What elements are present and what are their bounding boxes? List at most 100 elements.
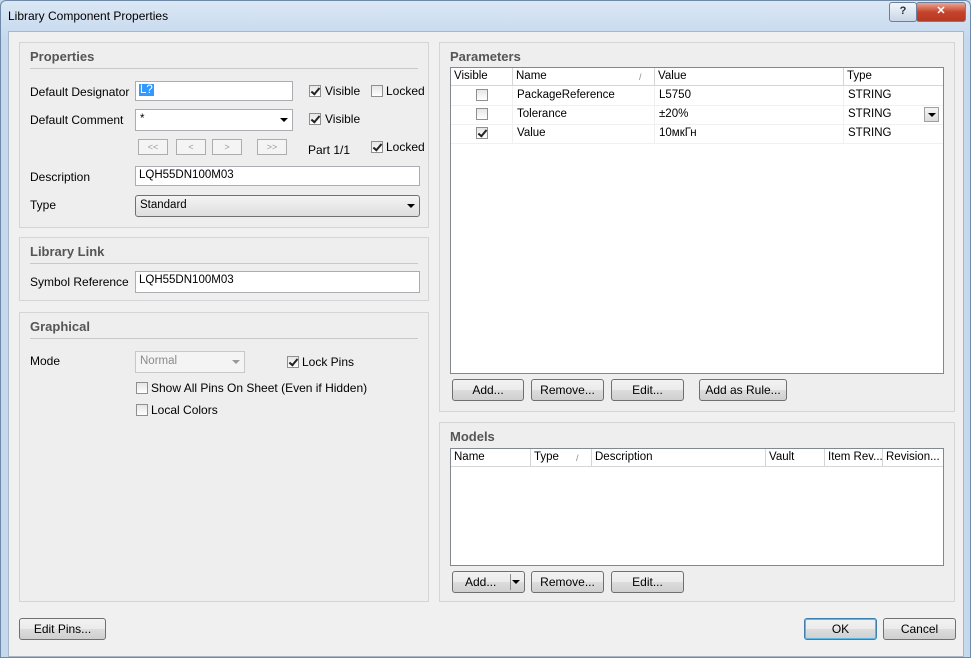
default-comment-combo[interactable]: *: [135, 109, 293, 131]
library-link-title: Library Link: [30, 244, 105, 259]
comment-visible-checkbox[interactable]: [309, 113, 321, 125]
type-cell: STRING: [848, 127, 892, 139]
local-colors-label: Local Colors: [151, 403, 218, 417]
local-colors-checkbox[interactable]: [136, 404, 148, 416]
edit-parameter-button[interactable]: Edit...: [611, 379, 684, 401]
param-visible-checkbox[interactable]: [476, 89, 488, 101]
part-locked-checkbox[interactable]: [371, 141, 383, 153]
designator-visible-label: Visible: [325, 84, 361, 98]
chevron-down-icon: [280, 118, 288, 122]
column-header-description[interactable]: Description: [592, 449, 766, 466]
mode-label: Mode: [30, 354, 61, 368]
last-part-button[interactable]: >>: [257, 139, 287, 155]
default-designator-label: Default Designator: [30, 85, 130, 99]
parameters-title: Parameters: [450, 49, 521, 64]
name-cell: PackageReference: [513, 86, 655, 105]
split-divider: [510, 574, 511, 590]
parameters-table-header: Visible Name / Value Type: [451, 68, 943, 86]
part-indicator: Part 1/1: [308, 143, 351, 157]
value-cell: 10мкГн: [655, 124, 844, 143]
param-visible-checkbox[interactable]: [476, 127, 488, 139]
remove-parameter-button[interactable]: Remove...: [531, 379, 604, 401]
mode-combo[interactable]: Normal: [135, 351, 245, 373]
value-cell: ±20%: [655, 105, 844, 124]
symbol-reference-input[interactable]: LQH55DN100M03: [135, 271, 420, 293]
edit-pins-button[interactable]: Edit Pins...: [19, 618, 106, 640]
graphical-title: Graphical: [30, 319, 90, 334]
column-header-type[interactable]: Type: [844, 68, 943, 85]
ok-button[interactable]: OK: [804, 618, 877, 640]
value-cell: L5750: [655, 86, 844, 105]
type-combo[interactable]: Standard: [135, 195, 420, 217]
designator-visible-checkbox[interactable]: [309, 85, 321, 97]
type-cell[interactable]: STRING: [844, 105, 943, 124]
default-designator-input[interactable]: L?: [135, 81, 293, 101]
window-title: Library Component Properties: [8, 9, 169, 23]
column-header-visible[interactable]: Visible: [451, 68, 513, 85]
chevron-down-icon: [232, 360, 240, 364]
add-parameter-button[interactable]: Add...: [452, 379, 524, 401]
table-row[interactable]: Value 10мкГн STRING: [451, 124, 943, 144]
previous-part-button[interactable]: <: [176, 139, 206, 155]
title-bar[interactable]: Library Component Properties ? ✕: [1, 1, 970, 31]
chevron-down-icon: [512, 580, 520, 584]
edit-model-button[interactable]: Edit...: [611, 571, 684, 593]
models-table[interactable]: Name Type / Description Vault Item Rev..…: [450, 448, 944, 566]
dialog-footer: Edit Pins... OK Cancel: [8, 609, 964, 657]
help-button[interactable]: ?: [889, 2, 917, 22]
add-model-button[interactable]: Add...: [452, 571, 525, 593]
comment-visible-label: Visible: [325, 112, 361, 126]
show-all-pins-checkbox[interactable]: [136, 382, 148, 394]
column-header-item-revision[interactable]: Item Rev...: [825, 449, 883, 466]
divider: [30, 68, 418, 69]
type-dropdown-button[interactable]: [924, 107, 939, 122]
models-title: Models: [450, 429, 495, 444]
part-locked-label: Locked: [386, 140, 425, 154]
properties-group: Properties Default Designator L? Visible…: [19, 42, 429, 228]
visible-cell: [451, 124, 513, 143]
column-header-name[interactable]: Name /: [513, 68, 655, 85]
library-link-group: Library Link Symbol Reference LQH55DN100…: [19, 237, 429, 301]
divider: [30, 263, 418, 264]
dialog-window: Library Component Properties ? ✕ Propert…: [0, 0, 971, 658]
name-cell: Tolerance: [513, 105, 655, 124]
models-table-header: Name Type / Description Vault Item Rev..…: [451, 449, 943, 467]
column-header-value[interactable]: Value: [655, 68, 844, 85]
designator-locked-checkbox[interactable]: [371, 85, 383, 97]
divider: [30, 338, 418, 339]
chevron-down-icon: [407, 204, 415, 208]
models-group: Models Name Type / Description Vault Ite…: [439, 422, 955, 602]
close-icon[interactable]: ✕: [916, 2, 966, 22]
param-visible-checkbox[interactable]: [476, 108, 488, 120]
add-as-rule-button[interactable]: Add as Rule...: [699, 379, 787, 401]
visible-cell: [451, 105, 513, 124]
visible-cell: [451, 86, 513, 105]
table-row[interactable]: PackageReference L5750 STRING: [451, 86, 943, 106]
table-row[interactable]: Tolerance ±20% STRING: [451, 105, 943, 125]
symbol-reference-label: Symbol Reference: [30, 275, 129, 289]
column-header-revision[interactable]: Revision...: [883, 449, 943, 466]
cancel-button[interactable]: Cancel: [883, 618, 956, 640]
column-header-vault[interactable]: Vault: [766, 449, 825, 466]
column-header-name[interactable]: Name: [451, 449, 531, 466]
next-part-button[interactable]: >: [212, 139, 242, 155]
dialog-body: Properties Default Designator L? Visible…: [8, 31, 964, 610]
first-part-button[interactable]: <<: [138, 139, 168, 155]
sort-icon: /: [576, 453, 579, 463]
parameters-table[interactable]: Visible Name / Value Type PackageReferen…: [450, 67, 944, 374]
designator-locked-label: Locked: [386, 84, 425, 98]
type-label: Type: [30, 198, 57, 212]
sort-icon: /: [639, 72, 642, 82]
column-header-type[interactable]: Type /: [531, 449, 592, 466]
description-label: Description: [30, 170, 91, 184]
graphical-group: Graphical Mode Normal Lock Pins Show All…: [19, 312, 429, 602]
remove-model-button[interactable]: Remove...: [531, 571, 604, 593]
name-cell: Value: [513, 124, 655, 143]
properties-title: Properties: [30, 49, 95, 64]
lock-pins-checkbox[interactable]: [287, 356, 299, 368]
lock-pins-label: Lock Pins: [302, 355, 355, 369]
description-input[interactable]: LQH55DN100M03: [135, 166, 420, 186]
type-cell: STRING: [848, 89, 892, 101]
default-comment-label: Default Comment: [30, 113, 124, 127]
parameters-group: Parameters Visible Name / Value Type Pac…: [439, 42, 955, 412]
